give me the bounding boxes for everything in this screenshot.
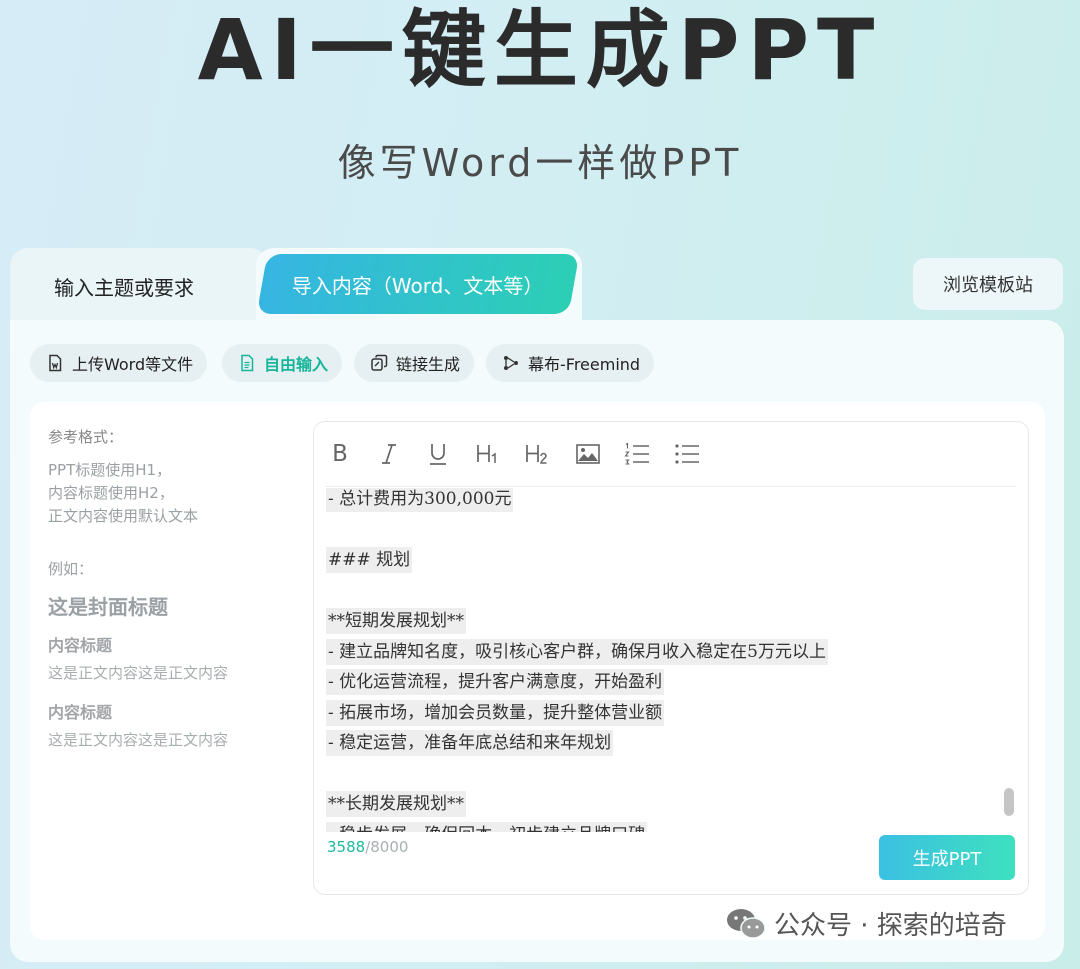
generate-ppt-button[interactable]: 生成PPT [879, 835, 1015, 880]
char-count: 3588 [327, 838, 366, 856]
tab-topic-input[interactable]: 输入主题或要求 [10, 248, 268, 328]
subtab-link-generate-label: 链接生成 [396, 355, 461, 374]
heading1-glyph [477, 445, 496, 463]
heading1-icon[interactable] [476, 440, 500, 468]
editor-line: **短期发展规划** [326, 608, 466, 634]
editor-line: - 稳定运营，准备年底总结和来年规划 [326, 730, 614, 756]
example-content-title: 内容标题 [48, 703, 113, 722]
example-body-text: 这是正文内容这是正文内容 [48, 731, 229, 749]
editor-line: **长期发展规划** [326, 791, 466, 817]
ordered-list-icon[interactable] [624, 440, 650, 468]
toolbar-divider [326, 486, 1016, 487]
bullet-list-glyph [675, 444, 699, 464]
char-limit: /8000 [365, 838, 409, 856]
subtab-free-input-label: 自由输入 [264, 355, 329, 374]
watermark-text: 公众号 · 探索的培奇 [774, 911, 1007, 941]
editor-line: - 优化运营流程，提升客户满意度，开始盈利 [326, 669, 665, 695]
browse-templates-button[interactable]: 浏览模板站 [913, 258, 1063, 310]
tab-import-content-label: 导入内容（Word、文本等） [292, 273, 544, 298]
word-file-icon [49, 354, 62, 372]
example-body-text: 这是正文内容这是正文内容 [48, 664, 229, 682]
editor-line: - 总计费用为300,000元 [326, 488, 514, 512]
subtab-link-generate[interactable]: 链接生成 [354, 344, 475, 382]
editor-scrollbar[interactable] [1004, 788, 1014, 816]
reference-rule: PPT标题使用H1， [48, 461, 172, 479]
editor-line: ### 规划 [326, 547, 413, 573]
reference-rule: 内容标题使用H2， [48, 484, 174, 502]
subtab-upload-word-label: 上传Word等文件 [72, 355, 194, 374]
page-title: AI一键生成PPT [197, 1, 883, 99]
example-cover-title: 这是封面标题 [48, 595, 168, 619]
underline-icon[interactable] [427, 440, 449, 468]
editor-line: - 建立品牌知名度，吸引核心客户群，确保月收入稳定在5万元以上 [326, 638, 828, 665]
bold-icon[interactable]: B [328, 440, 352, 468]
bold-glyph: B [332, 441, 348, 467]
page-subtitle: 像写Word一样做PPT [337, 141, 743, 185]
editor-text-area[interactable]: - 总计费用为300,000元 ### 规划 **短期发展规划** - 建立品牌知名度… [326, 488, 1006, 832]
image-icon[interactable] [576, 440, 600, 468]
subtab-mindmap[interactable]: 幕布-Freemind [486, 344, 655, 382]
example-label: 例如： [48, 560, 94, 578]
heading2-glyph [526, 445, 547, 464]
underline-glyph [430, 444, 446, 465]
mindmap-icon [504, 356, 518, 370]
example-content-title: 内容标题 [48, 636, 113, 655]
image-glyph [576, 444, 600, 464]
italic-glyph [382, 444, 396, 464]
subtab-upload-word[interactable]: 上传Word等文件 [30, 344, 208, 382]
subtab-free-input[interactable]: 自由输入 [222, 344, 343, 382]
watermark: 公众号 · 探索的培奇 [726, 905, 1007, 942]
editor-line: - 拓展市场，增加会员数量，提升整体营业额 [326, 699, 665, 726]
ordered-list-glyph [624, 442, 649, 465]
heading2-icon[interactable] [525, 440, 551, 468]
reference-rule: 正文内容使用默认文本 [48, 507, 199, 525]
editor-line: - 稳步发展，确保回本，初步建立品牌口碑 [326, 821, 648, 832]
reference-title: 参考格式： [48, 428, 124, 446]
link-icon [371, 354, 388, 371]
wechat-icon [727, 908, 766, 939]
reference-rules: PPT标题使用H1， 内容标题使用H2， 正文内容使用默认文本 [48, 459, 198, 528]
subtab-mindmap-label: 幕布-Freemind [528, 355, 641, 374]
bullet-list-icon[interactable] [674, 440, 700, 468]
tab-topic-input-label: 输入主题或要求 [54, 276, 194, 300]
document-icon [241, 354, 254, 372]
italic-icon[interactable] [378, 440, 400, 468]
tab-import-content[interactable]: 导入内容（Word、文本等） [256, 254, 580, 314]
char-counter: 3588/8000 [327, 838, 408, 856]
